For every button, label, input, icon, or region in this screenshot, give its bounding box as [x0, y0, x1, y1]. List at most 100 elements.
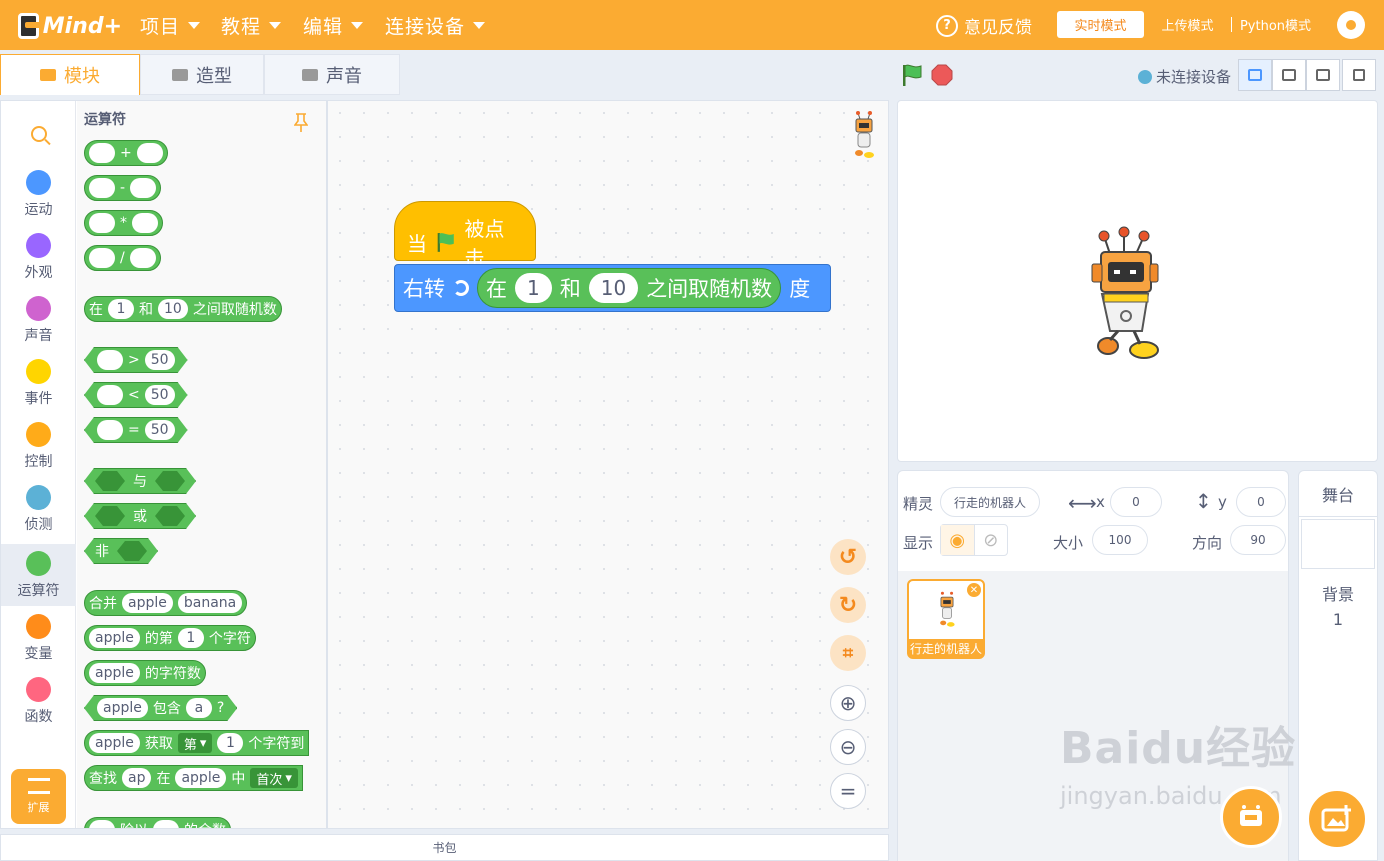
category-events[interactable]: 事件: [1, 352, 76, 414]
y-input[interactable]: 0: [1236, 487, 1286, 517]
mod-block[interactable]: 除以 的余数: [84, 817, 231, 828]
slot[interactable]: [89, 178, 115, 198]
text-input[interactable]: apple: [89, 663, 140, 683]
menu-tutorial[interactable]: 教程: [221, 12, 282, 39]
zoom-in-button[interactable]: ⊕: [830, 685, 866, 721]
join-input-b[interactable]: banana: [177, 593, 243, 613]
random-to-input[interactable]: 10: [588, 273, 639, 303]
slot[interactable]: [132, 213, 158, 233]
tab-sounds[interactable]: 声音: [264, 54, 400, 95]
extensions-button[interactable]: 扩展: [11, 769, 66, 824]
menu-connect-device[interactable]: 连接设备: [385, 12, 486, 39]
fullscreen-button[interactable]: [1342, 59, 1376, 91]
contains-block[interactable]: apple 包含 a?: [84, 695, 237, 721]
mode-python[interactable]: Python模式: [1232, 11, 1319, 38]
divide-block[interactable]: /: [84, 245, 161, 271]
category-looks[interactable]: 外观: [1, 226, 76, 288]
or-block[interactable]: 或: [84, 503, 196, 529]
stop-icon[interactable]: [931, 64, 953, 86]
gear-icon[interactable]: [1337, 11, 1365, 39]
category-motion[interactable]: 运动: [1, 163, 76, 225]
cleanup-button[interactable]: ⌗: [830, 635, 866, 671]
x-input[interactable]: 0: [1110, 487, 1162, 517]
category-functions[interactable]: 函数: [1, 670, 76, 732]
mindplus-logo[interactable]: Mind+: [18, 8, 122, 44]
subtract-block[interactable]: -: [84, 175, 162, 201]
slot[interactable]: [89, 143, 115, 163]
tab-costumes[interactable]: 造型: [140, 54, 264, 95]
redo-button[interactable]: ↻: [830, 587, 866, 623]
add-backdrop-button[interactable]: [1306, 788, 1368, 850]
compare-input[interactable]: 50: [145, 420, 175, 440]
walking-robot-sprite[interactable]: [1088, 226, 1168, 361]
substring-block[interactable]: apple 获取第 ▾ 1 个字符到: [84, 730, 310, 756]
category-control[interactable]: 控制: [1, 415, 76, 477]
less-than-block[interactable]: <50: [84, 382, 188, 408]
menu-project[interactable]: 项目: [140, 12, 201, 39]
random-to-input[interactable]: 10: [158, 299, 188, 319]
search-button[interactable]: [1, 109, 76, 159]
slot[interactable]: [130, 178, 157, 198]
bool-slot[interactable]: [117, 541, 147, 561]
slot[interactable]: [136, 143, 163, 163]
feedback-button[interactable]: ? 意见反馈: [936, 13, 1032, 38]
undo-button[interactable]: ↺: [830, 539, 866, 575]
occurrence-dropdown[interactable]: 首次 ▾: [250, 768, 298, 788]
greater-than-block[interactable]: >50: [84, 347, 188, 373]
slot[interactable]: [97, 385, 123, 405]
bool-slot[interactable]: [95, 506, 125, 526]
category-operators[interactable]: 运算符: [1, 544, 76, 606]
menu-edit[interactable]: 编辑: [303, 12, 364, 39]
compare-input[interactable]: 50: [145, 350, 175, 370]
join-block[interactable]: 合并 apple banana: [84, 590, 248, 616]
category-sound[interactable]: 声音: [1, 289, 76, 351]
random-from-input[interactable]: 1: [108, 299, 134, 319]
bool-slot[interactable]: [155, 471, 185, 491]
bool-slot[interactable]: [155, 506, 185, 526]
category-sensing[interactable]: 侦测: [1, 478, 76, 540]
join-input-a[interactable]: apple: [122, 593, 173, 613]
direction-input[interactable]: 90: [1230, 525, 1286, 555]
when-flag-clicked-block[interactable]: 当 被点击: [394, 201, 536, 270]
category-variables[interactable]: 变量: [1, 607, 76, 669]
mode-upload[interactable]: 上传模式: [1144, 11, 1231, 38]
slot[interactable]: [97, 350, 123, 370]
green-flag-icon[interactable]: [900, 63, 924, 87]
hide-stage-button[interactable]: [1306, 59, 1340, 91]
sprite-thumbnail[interactable]: ✕ 行走的机器人: [907, 579, 985, 659]
random-reporter[interactable]: 在 1 和 10 之间取随机数: [477, 268, 782, 308]
index-input[interactable]: 1: [217, 733, 244, 753]
normal-stage-button[interactable]: [1272, 59, 1306, 91]
stage-canvas[interactable]: [897, 100, 1378, 462]
and-block[interactable]: 与: [84, 468, 196, 494]
text-input[interactable]: apple: [89, 733, 140, 753]
random-from-input[interactable]: 1: [515, 273, 552, 303]
stage-thumbnail[interactable]: [1301, 519, 1375, 569]
text-input[interactable]: apple: [175, 768, 227, 788]
multiply-block[interactable]: *: [84, 210, 163, 236]
pin-icon[interactable]: [294, 113, 308, 133]
letter-of-block[interactable]: apple 的第 1 个字符: [84, 625, 256, 651]
zoom-reset-button[interactable]: =: [830, 773, 866, 809]
search-text-input[interactable]: a: [186, 698, 212, 718]
turn-right-block[interactable]: 右转 在 1 和 10 之间取随机数 度: [394, 264, 831, 312]
find-input[interactable]: ap: [122, 768, 152, 788]
zoom-out-button[interactable]: ⊖: [830, 729, 866, 765]
add-sprite-button[interactable]: [1220, 786, 1282, 848]
slot[interactable]: [153, 820, 179, 828]
add-block[interactable]: +: [84, 140, 168, 166]
tab-blocks[interactable]: 模块: [0, 54, 140, 95]
bool-slot[interactable]: [95, 471, 125, 491]
length-of-block[interactable]: apple 的字符数: [84, 660, 206, 686]
compare-input[interactable]: 50: [145, 385, 175, 405]
find-block[interactable]: 查找 ap 在 apple 中首次 ▾: [84, 765, 303, 791]
sprite-name-input[interactable]: 行走的机器人: [940, 487, 1040, 517]
small-stage-button[interactable]: [1238, 59, 1272, 91]
eye-icon[interactable]: ◉: [941, 525, 975, 555]
slot[interactable]: [89, 213, 115, 233]
slot[interactable]: [129, 248, 156, 268]
mode-realtime[interactable]: 实时模式: [1057, 11, 1144, 38]
equals-block[interactable]: = 50: [84, 417, 188, 443]
script-workspace[interactable]: 当 被点击 右转 在 1 和 10 之间取随机数 度 ↺ ↻ ⌗ ⊕ ⊖ =: [327, 100, 889, 829]
position-dropdown[interactable]: 第 ▾: [177, 733, 213, 753]
